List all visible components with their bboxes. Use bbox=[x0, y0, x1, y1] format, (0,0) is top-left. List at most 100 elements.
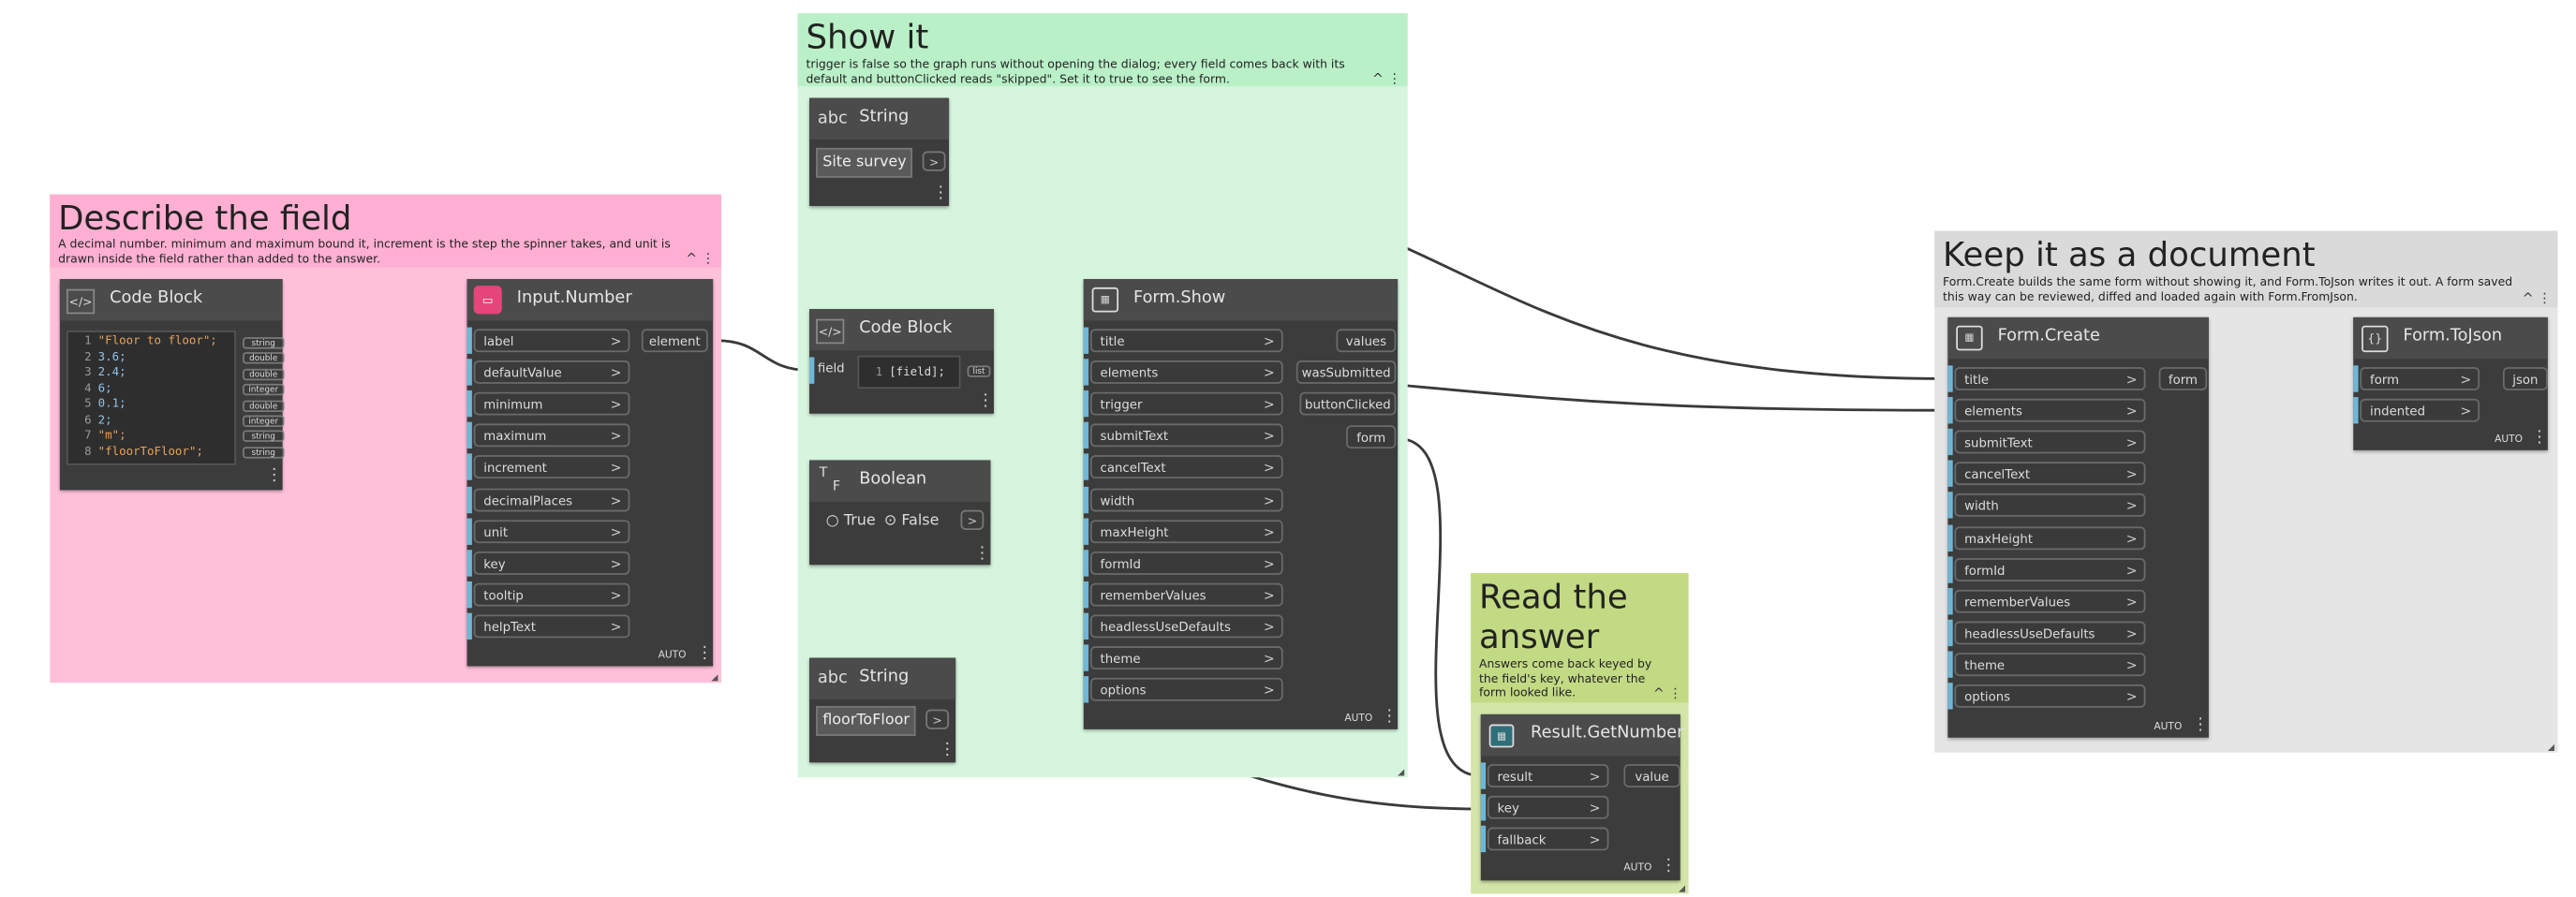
resize-corner-icon[interactable] bbox=[711, 674, 718, 682]
lacing-label[interactable]: AUTO bbox=[1344, 713, 1372, 724]
input-port-unit[interactable]: unit > bbox=[473, 519, 630, 543]
input-port-formid[interactable]: formId > bbox=[1089, 551, 1283, 575]
code-editor[interactable]: 1 "Floor to floor"; 2 3.6; 3 2.4; 4 6; 5 0.1;… bbox=[66, 331, 236, 465]
node-form-show[interactable]: ▦ Form.Show values wasSubmitted buttonCl… bbox=[1083, 279, 1399, 729]
input-port-maxheight[interactable]: maxHeight > bbox=[1954, 525, 2146, 550]
node-menu-icon[interactable]: ⋮ bbox=[932, 185, 949, 203]
output-port-element[interactable]: element bbox=[641, 329, 708, 353]
output-type-tag[interactable]: double bbox=[243, 352, 285, 364]
input-port-result[interactable]: result > bbox=[1487, 764, 1609, 787]
input-port-theme[interactable]: theme > bbox=[1089, 646, 1283, 670]
lacing-label[interactable]: AUTO bbox=[1623, 862, 1651, 874]
input-port-headlessusedefaults[interactable]: headlessUseDefaults > bbox=[1954, 621, 2146, 645]
input-port-theme[interactable]: theme > bbox=[1954, 653, 2146, 676]
output-type-tag[interactable]: string bbox=[243, 447, 285, 459]
input-port-increment[interactable]: increment > bbox=[473, 455, 630, 479]
output-type-tag[interactable]: integer bbox=[243, 415, 285, 427]
input-port-form[interactable]: form > bbox=[2360, 367, 2480, 390]
input-port-title[interactable]: title > bbox=[1089, 329, 1283, 353]
input-port-options[interactable]: options > bbox=[1089, 678, 1283, 701]
lacing-label[interactable]: AUTO bbox=[2154, 721, 2182, 732]
node-menu-icon[interactable]: ⋮ bbox=[939, 742, 955, 759]
output-port[interactable]: > bbox=[960, 509, 985, 530]
lacing-label[interactable]: AUTO bbox=[2495, 434, 2523, 445]
input-port-elements[interactable]: elements > bbox=[1089, 360, 1283, 385]
input-port-defaultvalue[interactable]: defaultValue > bbox=[473, 360, 630, 385]
input-port-options[interactable]: options > bbox=[1954, 684, 2146, 708]
input-port-helptext[interactable]: helpText > bbox=[473, 614, 630, 639]
resize-corner-icon[interactable] bbox=[1398, 769, 1405, 776]
input-port-bar bbox=[809, 357, 815, 384]
input-port-tooltip[interactable]: tooltip > bbox=[473, 582, 630, 607]
node-input-number[interactable]: ▭ Input.Number element AUTO ⋮ label > defa… bbox=[466, 279, 714, 667]
input-port-key[interactable]: key > bbox=[1487, 796, 1609, 819]
input-port-remembervalues[interactable]: rememberValues > bbox=[1954, 589, 2146, 613]
input-port-minimum[interactable]: minimum > bbox=[473, 392, 630, 416]
input-port-width[interactable]: width > bbox=[1089, 487, 1283, 511]
graph-canvas[interactable]: Describe the field A decimal number. min… bbox=[0, 0, 2576, 897]
input-port-formid[interactable]: formId > bbox=[1954, 557, 2146, 581]
output-type-tag[interactable]: integer bbox=[243, 383, 285, 396]
input-port-canceltext[interactable]: cancelText > bbox=[1954, 462, 2146, 486]
input-port-key[interactable]: key > bbox=[473, 551, 630, 575]
node-code-block-1[interactable]: </> Code Block 1 "Floor to floor"; 2 3.6; … bbox=[59, 279, 285, 491]
resize-corner-icon[interactable] bbox=[1678, 885, 1686, 892]
node-menu-icon[interactable]: ⋮ bbox=[2192, 717, 2209, 734]
node-form-create[interactable]: ▦ Form.Create form AUTO ⋮ title > elements… bbox=[1947, 316, 2209, 738]
node-result-get-number[interactable]: ▦ Result.GetNumber value AUTO ⋮ result > k… bbox=[1480, 713, 1683, 881]
input-port-submittext[interactable]: submitText > bbox=[1089, 423, 1283, 448]
collapse-icon[interactable]: ^ ⋮ bbox=[2523, 290, 2552, 305]
output-port-json[interactable]: json bbox=[2502, 367, 2548, 390]
output-port-form[interactable]: form bbox=[2158, 367, 2208, 390]
output-port-value[interactable]: value bbox=[1623, 764, 1680, 787]
true-radio[interactable]: ○ True bbox=[826, 513, 876, 530]
node-menu-icon[interactable]: ⋮ bbox=[2531, 430, 2548, 448]
input-port-submittext[interactable]: submitText > bbox=[1954, 430, 2146, 454]
string-value-field[interactable]: Site survey bbox=[816, 147, 913, 178]
output-type-tag[interactable]: list bbox=[967, 365, 991, 377]
input-port-headlessusedefaults[interactable]: headlessUseDefaults > bbox=[1089, 614, 1283, 639]
input-port-fallback[interactable]: fallback > bbox=[1487, 827, 1609, 851]
node-menu-icon[interactable]: ⋮ bbox=[977, 393, 994, 410]
output-type-tag[interactable]: double bbox=[243, 368, 285, 381]
input-port-indented[interactable]: indented > bbox=[2360, 398, 2480, 422]
input-port-width[interactable]: width > bbox=[1954, 493, 2146, 518]
output-port-form[interactable]: form bbox=[1346, 425, 1397, 449]
code-editor[interactable]: 1 [field]; bbox=[857, 355, 961, 390]
node-boolean[interactable]: T F Boolean ○ True ⊙ False > ⋮ bbox=[809, 460, 991, 566]
string-value-field[interactable]: floorToFloor bbox=[816, 706, 917, 736]
output-port-values[interactable]: values bbox=[1336, 329, 1397, 353]
node-menu-icon[interactable]: ⋮ bbox=[696, 645, 713, 663]
output-port-buttonclicked[interactable]: buttonClicked bbox=[1299, 391, 1397, 416]
input-port-maximum[interactable]: maximum > bbox=[473, 423, 630, 448]
output-port[interactable]: > bbox=[925, 709, 950, 729]
node-code-block-2[interactable]: </> Code Block field 1 [field]; list ⋮ bbox=[809, 309, 994, 414]
node-string-title[interactable]: abc String Site survey > ⋮ bbox=[809, 97, 950, 207]
input-port-remembervalues[interactable]: rememberValues > bbox=[1089, 582, 1283, 607]
output-type-tag[interactable]: double bbox=[243, 400, 285, 413]
lacing-label[interactable]: AUTO bbox=[659, 650, 687, 661]
input-port-decimalplaces[interactable]: decimalPlaces > bbox=[473, 487, 630, 511]
output-port[interactable]: > bbox=[922, 151, 946, 171]
node-menu-icon[interactable]: ⋮ bbox=[266, 467, 283, 485]
collapse-icon[interactable]: ^ ⋮ bbox=[1653, 686, 1682, 701]
output-type-tag[interactable]: string bbox=[243, 430, 285, 442]
input-port-title[interactable]: title > bbox=[1954, 367, 2146, 390]
input-port-elements[interactable]: elements > bbox=[1954, 398, 2146, 422]
input-port-canceltext[interactable]: cancelText > bbox=[1089, 455, 1283, 479]
input-port-trigger[interactable]: trigger > bbox=[1089, 392, 1283, 416]
input-port-field[interactable]: field bbox=[818, 360, 845, 375]
node-menu-icon[interactable]: ⋮ bbox=[974, 546, 991, 564]
node-form-tojson[interactable]: {} Form.ToJson json AUTO ⋮ form > indented… bbox=[2353, 316, 2548, 450]
node-string-key[interactable]: abc String floorToFloor > ⋮ bbox=[809, 657, 956, 763]
input-port-maxheight[interactable]: maxHeight > bbox=[1089, 519, 1283, 543]
false-radio[interactable]: ⊙ False bbox=[884, 513, 940, 530]
collapse-icon[interactable]: ^ ⋮ bbox=[686, 251, 715, 266]
node-menu-icon[interactable]: ⋮ bbox=[1660, 858, 1677, 875]
node-menu-icon[interactable]: ⋮ bbox=[1381, 709, 1398, 727]
input-port-label[interactable]: label > bbox=[473, 329, 630, 353]
output-port-wassubmitted[interactable]: wasSubmitted bbox=[1295, 360, 1397, 384]
output-type-tag[interactable]: string bbox=[243, 337, 285, 349]
resize-corner-icon[interactable] bbox=[2547, 743, 2554, 751]
collapse-icon[interactable]: ^ ⋮ bbox=[1372, 71, 1401, 86]
